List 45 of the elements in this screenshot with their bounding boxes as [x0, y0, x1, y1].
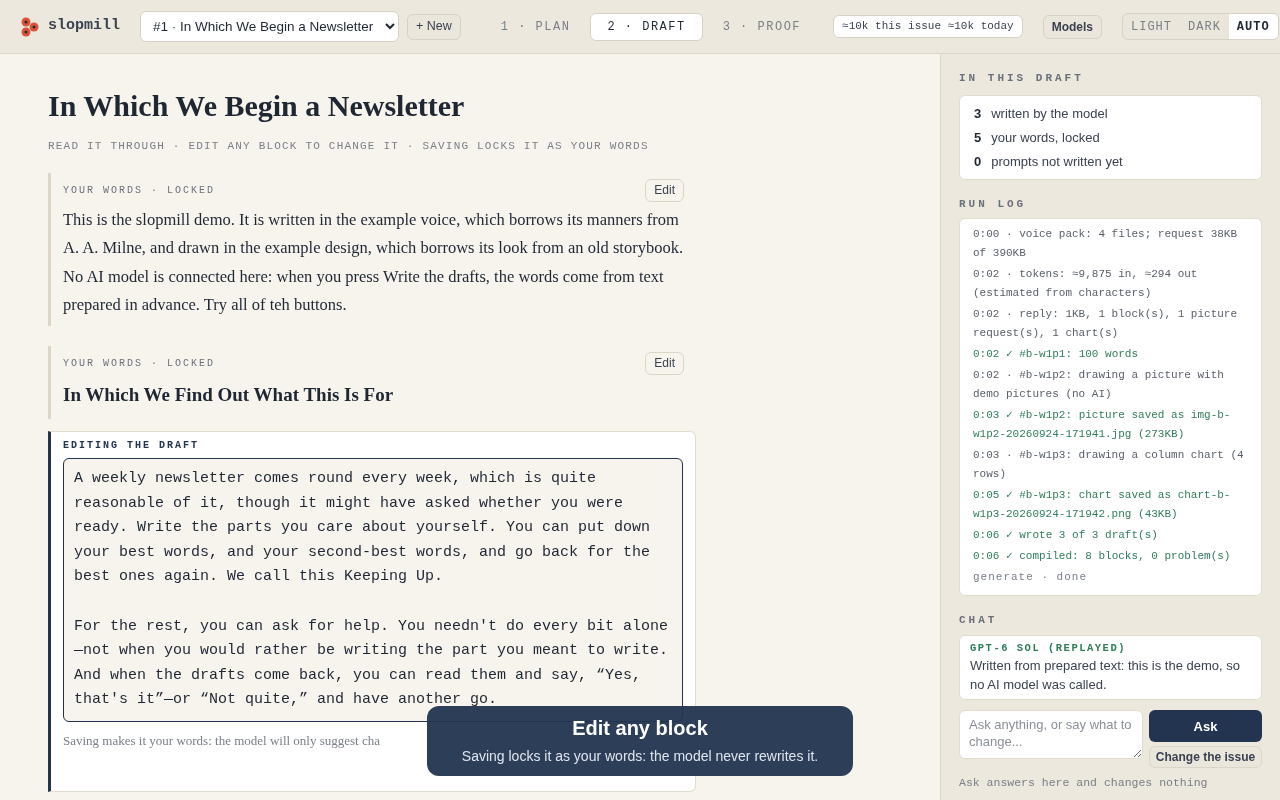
- log-entry: generate · done: [973, 570, 1089, 585]
- log-entry: 0:03 ✓ #b-w1p2: picture saved as img-b-w1p2-20260924-171941.jpg (273KB): [973, 408, 1232, 442]
- page-subtitle: READ IT THROUGH · EDIT ANY BLOCK TO CHANGE IT · SAVING LOCKS IT AS YOUR WORDS: [48, 139, 650, 154]
- log-entry: 0:02 · reply: 1KB, 1 block(s), 1 picture request(s), 1 chart(s): [973, 307, 1239, 341]
- models-button[interactable]: Models: [1042, 14, 1102, 39]
- count-label: your words, locked: [991, 128, 1100, 146]
- editor-hint: Saving makes it your words: the model will only suggest cha: [63, 732, 380, 750]
- section-heading: RUN LOG: [959, 196, 1028, 212]
- section-heading: CHAT: [959, 613, 999, 628]
- step-tab[interactable]: 2 · DRAFT: [590, 12, 703, 41]
- logo-icon: [20, 15, 40, 38]
- count-value: 3: [974, 104, 982, 122]
- message-author: GPT-6 SOL (REPLAYED): [970, 640, 1128, 656]
- brand-name: slopmill: [48, 16, 120, 37]
- edit-button[interactable]: Edit: [645, 351, 684, 375]
- new-button[interactable]: + New: [407, 13, 461, 40]
- toast-text: Saving locks it as your words: the model never rewrites it.: [461, 746, 819, 766]
- block-label: YOUR WORDS · LOCKED: [63, 183, 216, 198]
- chat-input[interactable]: Ask anything, or say what to change...: [959, 710, 1143, 760]
- usage-pill: ≈10k this issue ≈10k today: [833, 15, 1023, 38]
- message-text: Written from prepared text: this is the demo, so no AI model was called.: [970, 657, 1241, 695]
- block-paragraph: This is the slopmill demo. It is written in the example voice, which borrows its manners from A. A. Milne, and drawn in the example design, which borrows its look from an old storybook. No AI model is connected here: when you press Write the drafts, the words come from text prepared in advance. Try all of teh buttons.: [63, 208, 684, 316]
- log-entry: 0:03 · #b-w1p3: drawing a column chart (4 rows): [973, 448, 1245, 482]
- log-entry: 0:02 ✓ #b-w1p1: 100 words: [973, 347, 1140, 362]
- log-entry: 0:00 · voice pack: 4 files; request 38KB of 390KB: [973, 227, 1239, 261]
- count-value: 5: [974, 128, 982, 146]
- editor-label: EDITING THE DRAFT: [63, 439, 201, 453]
- count-value: 0: [974, 152, 982, 170]
- block-label: YOUR WORDS · LOCKED: [63, 356, 216, 371]
- chat-footnote: Ask answers here and changes nothing: [959, 775, 1209, 792]
- edit-button[interactable]: Edit: [645, 178, 684, 202]
- issue-select[interactable]: #1 · In Which We Begin a Newsletter: [140, 11, 399, 42]
- section-heading: IN THIS DRAFT: [959, 71, 1085, 86]
- count-label: prompts not written yet: [991, 152, 1123, 170]
- block-heading: In Which We Find Out What This Is For: [63, 382, 395, 407]
- log-entry: 0:06 ✓ compiled: 8 blocks, 0 problem(s): [973, 549, 1232, 564]
- ask-button[interactable]: Ask: [1149, 710, 1262, 743]
- log-entry: 0:02 · #b-w1p2: drawing a picture with demo pictures (no AI): [973, 368, 1225, 402]
- page-title: In Which We Begin a Newsletter: [48, 88, 466, 124]
- theme-option[interactable]: AUTO: [1228, 14, 1278, 39]
- log-entry: 0:05 ✓ #b-w1p3: chart saved as chart-b-w1p3-20260924-171942.png (43KB): [973, 488, 1232, 522]
- count-label: written by the model: [991, 104, 1108, 122]
- log-entry: 0:06 ✓ wrote 3 of 3 draft(s): [973, 528, 1159, 543]
- change-issue-button[interactable]: Change the issue: [1149, 746, 1262, 769]
- log-entry: 0:02 · tokens: ≈9,875 in, ≈294 out (estimated from characters): [973, 267, 1199, 301]
